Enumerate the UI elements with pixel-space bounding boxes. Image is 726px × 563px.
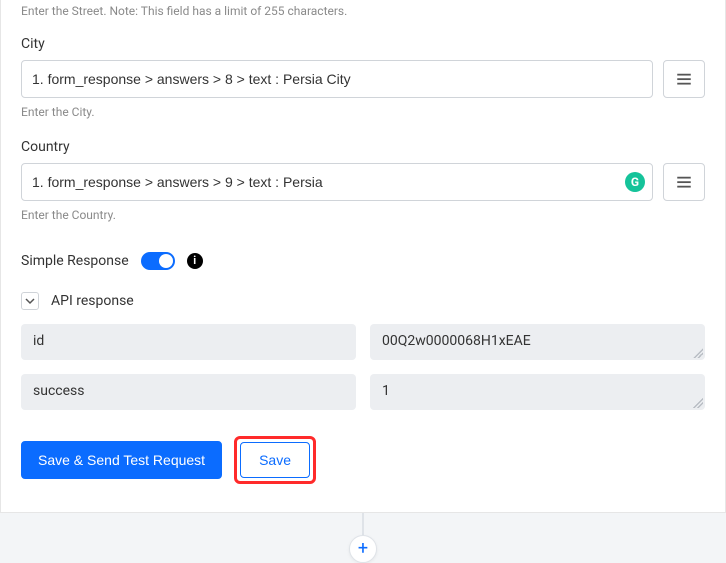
api-key-cell: id [21, 324, 356, 360]
plus-icon: + [358, 538, 368, 559]
add-step-button[interactable]: + [349, 535, 377, 563]
simple-response-toggle[interactable] [141, 252, 175, 270]
hamburger-icon [675, 70, 693, 88]
api-response-collapse[interactable] [21, 292, 39, 310]
simple-response-label: Simple Response [21, 253, 129, 269]
button-row: Save & Send Test Request Save [21, 436, 705, 484]
chevron-down-icon [25, 296, 35, 306]
country-label: Country [21, 139, 705, 155]
country-field: Country G Enter the Country. [21, 139, 705, 224]
save-send-test-button[interactable]: Save & Send Test Request [21, 441, 222, 479]
api-value-cell[interactable]: 00Q2w0000068H1xEAE [370, 324, 705, 360]
country-input[interactable] [21, 163, 653, 201]
city-field: City Enter the City. [21, 36, 705, 121]
country-input-row: G [21, 163, 705, 201]
country-menu-button[interactable] [663, 163, 705, 201]
api-response-grid: id 00Q2w0000068H1xEAE success 1 [21, 324, 705, 410]
add-step-connector: + [0, 513, 726, 561]
info-icon[interactable]: i [187, 253, 203, 269]
grammarly-icon[interactable]: G [625, 172, 645, 192]
city-helper: Enter the City. [21, 104, 705, 121]
city-input[interactable] [21, 60, 653, 98]
city-menu-button[interactable] [663, 60, 705, 98]
city-input-row [21, 60, 705, 98]
form-panel: Enter the Street. Note: This field has a… [0, 0, 726, 513]
save-highlight: Save [234, 436, 316, 484]
street-helper: Enter the Street. Note: This field has a… [21, 0, 705, 18]
api-response-header: API response [21, 292, 705, 310]
save-button[interactable]: Save [240, 442, 310, 478]
city-label: City [21, 36, 705, 52]
api-response-title: API response [51, 293, 134, 309]
simple-response-row: Simple Response i [21, 252, 705, 270]
api-key-cell: success [21, 374, 356, 410]
hamburger-icon [675, 173, 693, 191]
api-value-cell[interactable]: 1 [370, 374, 705, 410]
country-helper: Enter the Country. [21, 207, 705, 224]
